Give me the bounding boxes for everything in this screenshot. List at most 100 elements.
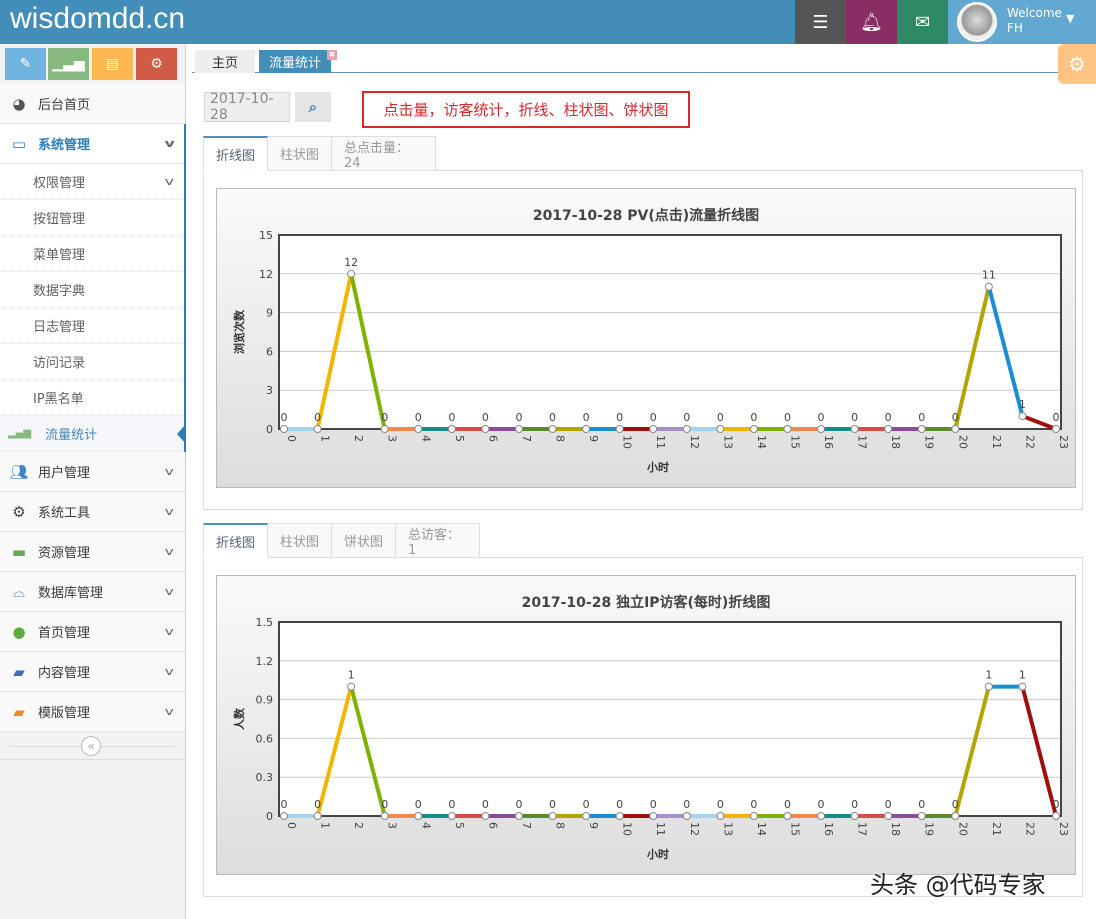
data-point [583, 813, 590, 820]
user-menu[interactable]: Welcome FH ▼ [948, 0, 1096, 44]
x-tick-label: 22 [1023, 822, 1036, 836]
sub-label: 权限管理 [33, 172, 85, 191]
data-label: 0 [650, 798, 657, 811]
bell-icon: 🔔︎ [860, 12, 883, 33]
data-label: 0 [549, 411, 556, 424]
desktop-icon: ▭ [0, 135, 38, 153]
sidebar-sub-access-records[interactable]: 访问记录 [0, 344, 185, 380]
sidebar-item-label: 数据库管理 [38, 582, 103, 601]
y-tick-label: 0 [266, 810, 273, 823]
globe-icon: ● [0, 623, 38, 641]
sidebar-sub-permission[interactable]: 权限管理v [0, 164, 185, 200]
data-label: 1 [1019, 398, 1026, 411]
sidebar-sub-buttons[interactable]: 按钮管理 [0, 200, 185, 236]
book-icon: ▰ [0, 663, 38, 681]
annotation-note: 点击量，访客统计，折线、柱状图、饼状图 [362, 91, 690, 128]
envelope-icon: ✉ [915, 12, 930, 33]
dashboard-icon: ◕ [0, 95, 38, 113]
sidebar-item-tools[interactable]: ⚙系统工具v [0, 492, 185, 532]
data-label: 0 [583, 798, 590, 811]
data-label: 0 [1053, 411, 1060, 424]
tab-line-chart[interactable]: 折线图 [203, 523, 268, 558]
data-point [918, 426, 925, 433]
tasks-button[interactable]: ☰ [795, 0, 846, 44]
data-point [750, 426, 757, 433]
sidebar-item-content[interactable]: ▰内容管理v [0, 652, 185, 692]
x-tick-label: 22 [1023, 435, 1036, 449]
sidebar-item-label: 后台首页 [38, 94, 90, 113]
sidebar-item-database[interactable]: ⌓数据库管理v [0, 572, 185, 612]
shortcut-signal[interactable]: ▁▃▅ [48, 48, 89, 80]
data-point [985, 683, 992, 690]
data-point [281, 813, 288, 820]
sidebar-sub-ip-blacklist[interactable]: IP黑名单 [0, 380, 185, 416]
x-tick-label: 19 [923, 822, 936, 836]
x-tick-label: 19 [923, 435, 936, 449]
tab-pie-chart[interactable]: 饼状图 [331, 523, 396, 558]
sidebar-item-templates[interactable]: ▰模版管理v [0, 692, 185, 732]
shortcut-book[interactable]: ▤ [92, 48, 133, 80]
sub-label: 数据字典 [33, 280, 85, 299]
data-label: 0 [750, 798, 757, 811]
data-point [381, 813, 388, 820]
data-label: 0 [415, 411, 422, 424]
sidebar-sub-dictionary[interactable]: 数据字典 [0, 272, 185, 308]
x-tick-label: 2 [352, 822, 365, 829]
sub-label: 日志管理 [33, 316, 85, 335]
tab-traffic[interactable]: 流量统计 [259, 50, 331, 73]
settings-button[interactable]: ⚙ [1058, 44, 1096, 84]
tab-home[interactable]: 主页 [195, 50, 255, 73]
x-tick-label: 3 [386, 822, 399, 829]
tab-total-clicks[interactable]: 总点击量：24 [331, 136, 436, 171]
sidebar-sub-traffic[interactable]: ▂▄▆流量统计 [0, 416, 185, 452]
sub-label: 访问记录 [33, 352, 85, 371]
sidebar-item-label: 资源管理 [38, 542, 90, 561]
tab-bar-chart[interactable]: 柱状图 [267, 136, 332, 171]
sidebar-item-label: 用户管理 [38, 462, 90, 481]
signal-icon: ▁▃▅ [52, 56, 84, 72]
x-tick-label: 13 [721, 435, 734, 449]
x-tick-label: 5 [453, 435, 466, 442]
logo[interactable]: wisdomdd.cn [10, 2, 185, 36]
user-name: FH [1007, 21, 1023, 35]
sidebar-item-resources[interactable]: ▬资源管理v [0, 532, 185, 572]
tab-total-visitors[interactable]: 总访客：1 [395, 523, 480, 558]
data-label: 0 [616, 798, 623, 811]
y-tick-label: 0.6 [256, 732, 274, 745]
sidebar-item-homepage[interactable]: ●首页管理v [0, 612, 185, 652]
sidebar-collapse-button[interactable]: « [81, 736, 101, 756]
sidebar-sub-logs[interactable]: 日志管理 [0, 308, 185, 344]
data-label: 0 [918, 411, 925, 424]
sidebar-sub-menus[interactable]: 菜单管理 [0, 236, 185, 272]
data-point [952, 426, 959, 433]
data-point [549, 813, 556, 820]
sidebar-item-label: 系统工具 [38, 502, 90, 521]
data-label: 0 [281, 411, 288, 424]
shortcut-cogs[interactable]: ⚙ [136, 48, 177, 80]
date-input[interactable]: 2017-10-28 [204, 92, 290, 122]
y-tick-label: 1.2 [256, 655, 274, 668]
y-axis-label: 人数 [232, 707, 246, 730]
notifications-button[interactable]: 🔔︎ [846, 0, 897, 44]
close-tab-icon[interactable]: ✖ [327, 50, 337, 60]
sub-label: 菜单管理 [33, 244, 85, 263]
data-label: 0 [314, 798, 321, 811]
search-button[interactable]: ⌕ [295, 92, 331, 122]
data-label: 0 [482, 411, 489, 424]
data-point [616, 426, 623, 433]
messages-button[interactable]: ✉ [897, 0, 948, 44]
x-tick-label: 10 [621, 435, 634, 449]
sidebar-item-system[interactable]: ▭系统管理v [0, 124, 185, 164]
y-tick-label: 12 [259, 268, 273, 281]
sidebar-item-users[interactable]: 👥︎用户管理v [0, 452, 185, 492]
tab-bar-chart[interactable]: 柱状图 [267, 523, 332, 558]
data-point [650, 813, 657, 820]
shortcut-pencil[interactable]: ✎ [5, 48, 46, 80]
sidebar-item-dashboard[interactable]: ◕后台首页 [0, 84, 185, 124]
data-label: 0 [717, 411, 724, 424]
data-label: 0 [683, 798, 690, 811]
tab-line-chart[interactable]: 折线图 [203, 136, 268, 171]
submenu-border [184, 124, 186, 452]
x-tick-label: 3 [386, 435, 399, 442]
data-point [683, 426, 690, 433]
